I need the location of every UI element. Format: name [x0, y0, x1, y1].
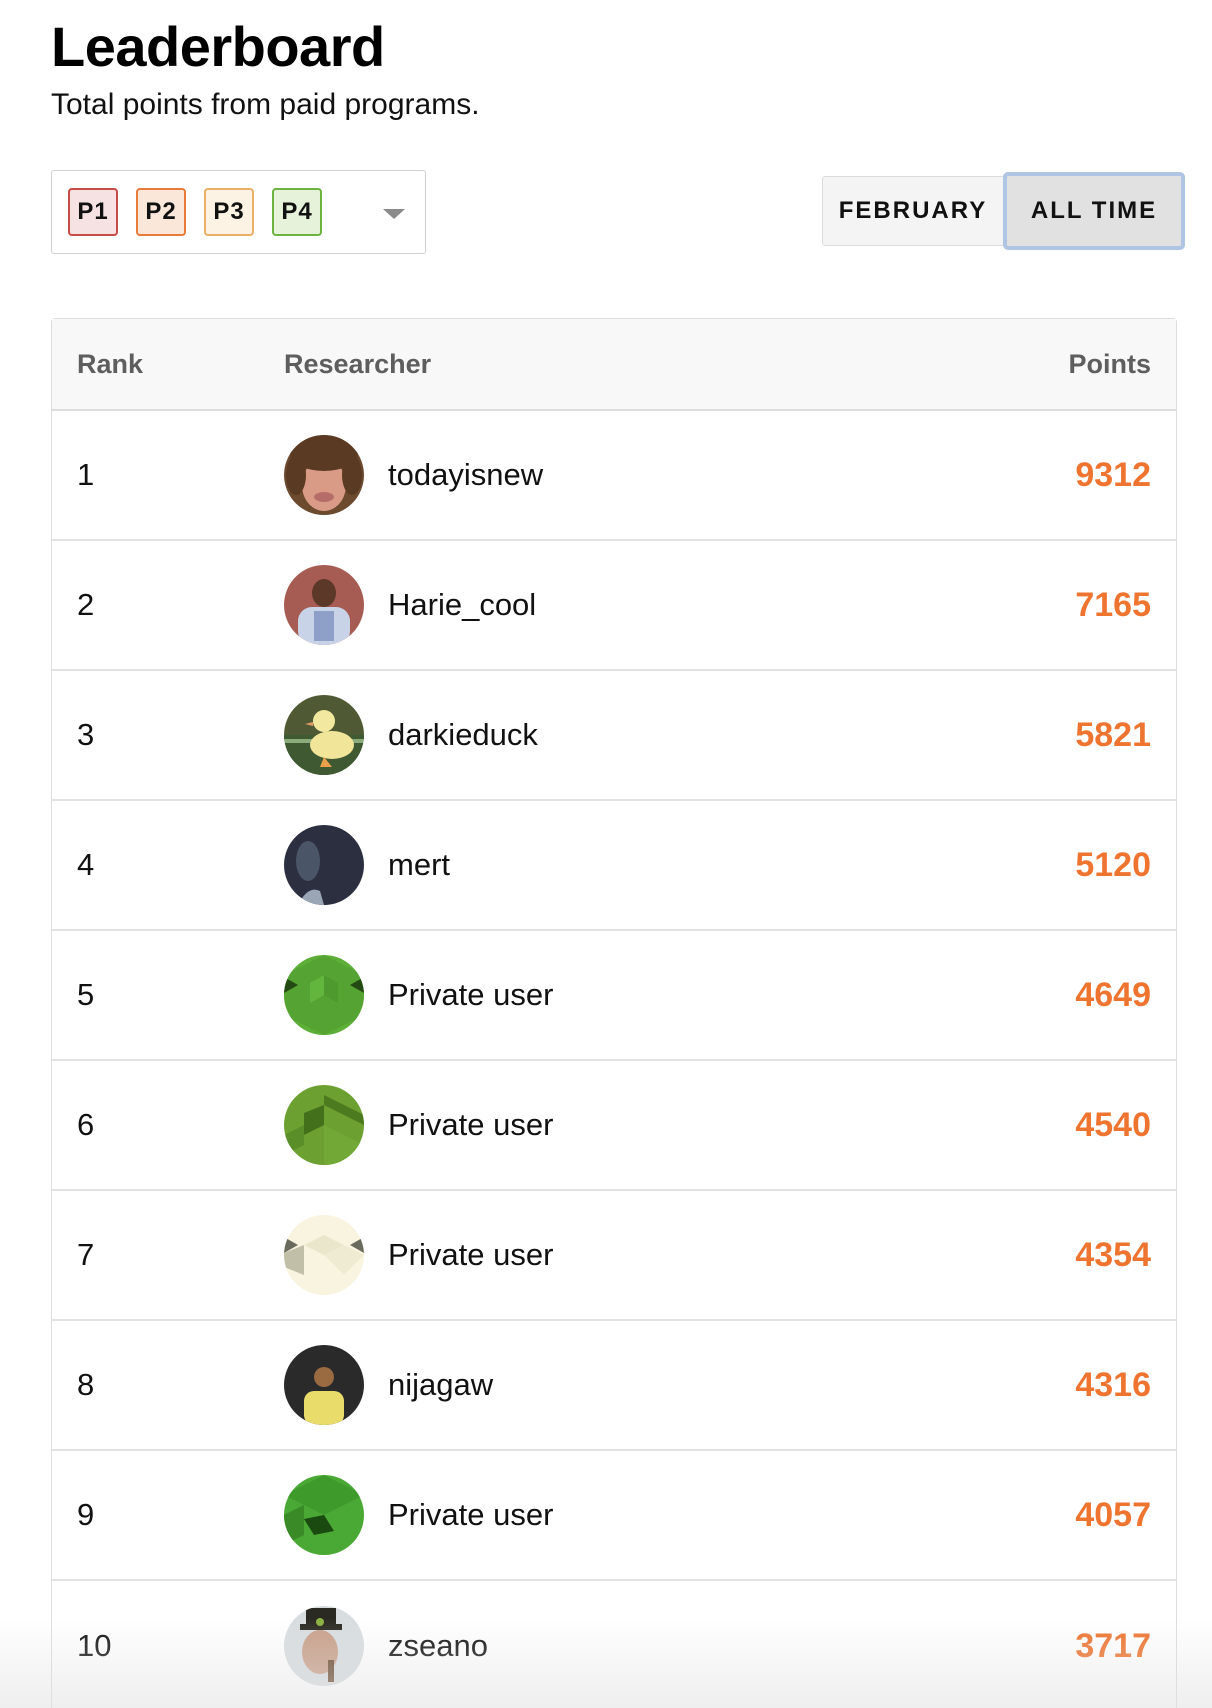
leaderboard-table: Rank Researcher Points 1 todayisnew 9312… [51, 318, 1177, 1708]
table-row: 1 todayisnew 9312 [52, 411, 1176, 541]
points-value: 4057 [1075, 1495, 1151, 1534]
avatar[interactable] [284, 1215, 364, 1295]
avatar[interactable] [284, 1085, 364, 1165]
rank-cell: 9 [77, 1497, 95, 1532]
avatar[interactable] [284, 955, 364, 1035]
rank-cell: 4 [77, 847, 95, 882]
points-value: 4316 [1075, 1365, 1151, 1404]
severity-filter-select[interactable]: P1 P2 P3 P4 [51, 170, 426, 254]
page-title: Leaderboard [51, 15, 385, 78]
page-subtitle: Total points from paid programs. [51, 88, 480, 121]
researcher-name[interactable]: zseano [388, 1628, 488, 1664]
table-row: 7 Private user 4354 [52, 1191, 1176, 1321]
researcher-name[interactable]: Private user [388, 977, 553, 1013]
researcher-name[interactable]: Private user [388, 1237, 553, 1273]
avatar[interactable] [284, 1475, 364, 1555]
avatar[interactable] [284, 695, 364, 775]
researcher-name[interactable]: Harie_cool [388, 587, 536, 623]
table-header: Rank Researcher Points [52, 319, 1176, 411]
rank-cell: 3 [77, 717, 95, 752]
column-header-points: Points [1068, 348, 1151, 379]
table-row: 2 Harie_cool 7165 [52, 541, 1176, 671]
table-row: 4 mert 5120 [52, 801, 1176, 931]
points-value: 4354 [1075, 1235, 1151, 1274]
researcher-name[interactable]: Private user [388, 1497, 553, 1533]
table-row: 6 Private user 4540 [52, 1061, 1176, 1191]
rank-cell: 7 [77, 1237, 95, 1272]
researcher-name[interactable]: darkieduck [388, 717, 538, 753]
points-value: 4540 [1075, 1105, 1151, 1144]
rank-cell: 1 [77, 457, 95, 492]
all-time-button[interactable]: ALL TIME [1003, 172, 1185, 250]
points-value: 5821 [1075, 715, 1151, 754]
column-header-researcher: Researcher [284, 348, 432, 379]
avatar[interactable] [284, 1345, 364, 1425]
avatar[interactable] [284, 825, 364, 905]
points-value: 7165 [1075, 585, 1151, 624]
table-row: 3 darkieduck 5821 [52, 671, 1176, 801]
points-value: 5120 [1075, 845, 1151, 884]
severity-badge-p2[interactable]: P2 [136, 188, 186, 236]
table-row: 9 Private user 4057 [52, 1451, 1176, 1581]
avatar[interactable] [284, 435, 364, 515]
researcher-name[interactable]: mert [388, 847, 450, 883]
table-row: 8 nijagaw 4316 [52, 1321, 1176, 1451]
researcher-name[interactable]: Private user [388, 1107, 553, 1143]
points-value: 4649 [1075, 975, 1151, 1014]
table-row: 10 zseano 3717 [52, 1581, 1176, 1708]
severity-badge-p3[interactable]: P3 [204, 188, 254, 236]
rank-cell: 5 [77, 977, 95, 1012]
february-button[interactable]: FEBRUARY [822, 176, 1004, 246]
severity-badge-p4[interactable]: P4 [272, 188, 322, 236]
period-toggle: FEBRUARY ALL TIME [822, 172, 1185, 250]
rank-cell: 10 [77, 1628, 112, 1663]
table-row: 5 Private user 4649 [52, 931, 1176, 1061]
points-value: 3717 [1075, 1626, 1151, 1665]
points-value: 9312 [1075, 455, 1151, 494]
column-header-rank: Rank [77, 348, 144, 379]
avatar[interactable] [284, 565, 364, 645]
rank-cell: 2 [77, 587, 95, 622]
avatar[interactable] [284, 1606, 364, 1686]
researcher-name[interactable]: todayisnew [388, 457, 543, 493]
rank-cell: 6 [77, 1107, 95, 1142]
chevron-down-icon[interactable] [383, 209, 405, 219]
rank-cell: 8 [77, 1367, 95, 1402]
researcher-name[interactable]: nijagaw [388, 1367, 493, 1403]
severity-badge-p1[interactable]: P1 [68, 188, 118, 236]
